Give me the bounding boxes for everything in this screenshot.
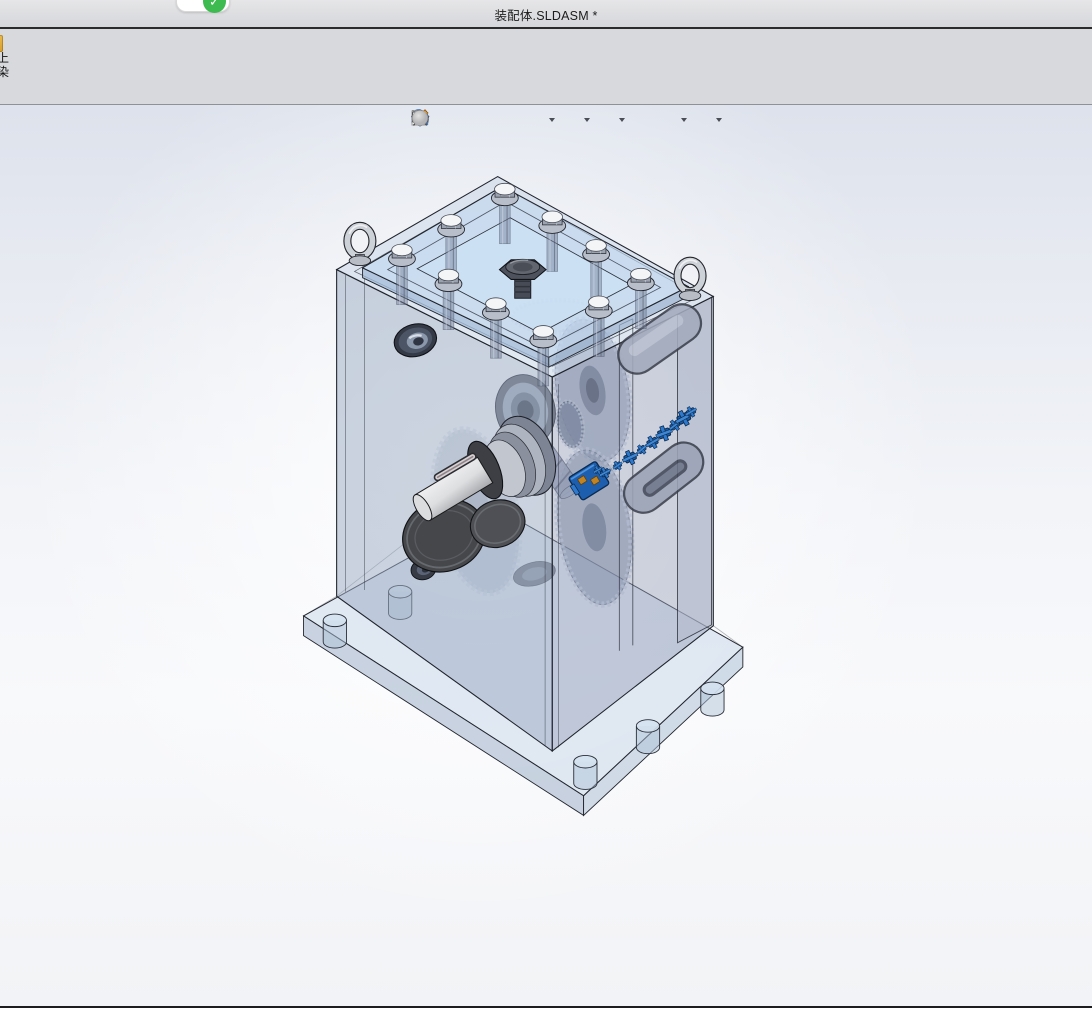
apply-scene-icon[interactable] xyxy=(412,108,680,132)
view-settings-icon[interactable] xyxy=(412,108,715,132)
hide-show-items-icon[interactable] xyxy=(411,108,618,132)
eye-bolt-left[interactable] xyxy=(347,225,372,265)
eye-bolt-right[interactable] xyxy=(678,260,703,300)
apply-scene-dropdown[interactable] xyxy=(681,118,687,122)
view-orientation-dropdown[interactable] xyxy=(549,118,555,122)
mounting-hole xyxy=(322,613,347,649)
solidworks-window: 装配体.SLDASM * ✓ ↻ 向上 渲染 xyxy=(0,0,1092,1009)
zoom-to-area-icon[interactable] xyxy=(412,108,479,132)
edit-appearance-icon[interactable] xyxy=(412,108,657,132)
graphics-viewport[interactable] xyxy=(0,105,1092,1008)
render-icon: ↻ xyxy=(0,35,3,52)
previous-view-icon[interactable] xyxy=(411,108,502,132)
section-view-icon[interactable] xyxy=(414,108,525,132)
zoom-to-fit-icon[interactable] xyxy=(412,108,456,132)
render-button[interactable]: ↻ 向上 渲染 xyxy=(0,35,33,79)
display-style-icon[interactable] xyxy=(412,108,583,132)
view-settings-dropdown[interactable] xyxy=(716,118,722,122)
mounting-hole xyxy=(635,719,661,755)
mounting-hole xyxy=(573,755,598,790)
view-orientation-icon[interactable] xyxy=(411,108,548,132)
rotate-view-disabled-icon xyxy=(412,108,754,132)
hide-show-items-dropdown[interactable] xyxy=(619,118,625,122)
display-style-dropdown[interactable] xyxy=(584,118,590,122)
document-title: 装配体.SLDASM * xyxy=(494,9,598,23)
command-toolbar: ↻ 向上 渲染 xyxy=(0,29,1092,105)
titlebar: 装配体.SLDASM * xyxy=(0,0,1092,29)
heads-up-toolbar xyxy=(410,108,754,132)
model-canvas[interactable] xyxy=(0,105,1092,1006)
mounting-hole xyxy=(700,681,725,717)
